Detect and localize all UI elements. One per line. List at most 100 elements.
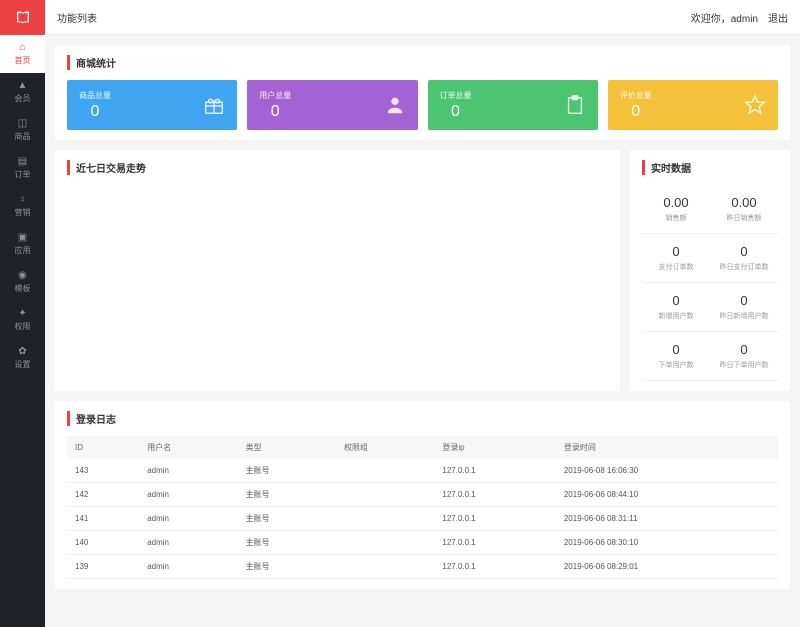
table-cell: admin (139, 459, 237, 483)
table-cell: 127.0.0.1 (434, 459, 555, 483)
stats-panel: 商城统计 商品总量 0 用户总量 0 (55, 45, 790, 140)
sidebar-item-label: 会员 (15, 93, 31, 104)
table-cell: 141 (67, 507, 139, 531)
table-cell: 主账号 (238, 483, 336, 507)
panel-title: 商城统计 (67, 55, 778, 70)
realtime-cell: 0 下单用户数 (642, 332, 710, 381)
realtime-label: 昨日支付订单数 (720, 262, 769, 272)
sidebar-item-order[interactable]: ▤ 订单 (0, 149, 45, 187)
table-cell (336, 459, 434, 483)
table-cell: 主账号 (238, 555, 336, 579)
sidebar-item-label: 设置 (15, 359, 31, 370)
sidebar-item-goods[interactable]: ◫ 商品 (0, 111, 45, 149)
table-row: 142admin主账号 127.0.0.12019-06-06 08:44:10 (67, 483, 778, 507)
gift-icon (203, 94, 225, 116)
realtime-value: 0 (672, 293, 679, 308)
table-header: ID (67, 436, 139, 459)
table-header: 登录时间 (556, 436, 778, 459)
sidebar-item-label: 模板 (15, 283, 31, 294)
stat-card-order[interactable]: 订单总量 0 (428, 80, 598, 130)
stat-value: 0 (271, 103, 280, 121)
table-cell: admin (139, 483, 237, 507)
order-icon: ▤ (18, 156, 27, 167)
chart-panel: 近七日交易走势 (55, 150, 620, 391)
stat-value: 0 (451, 103, 460, 121)
clipboard-icon (564, 94, 586, 116)
table-cell (336, 555, 434, 579)
realtime-label: 昨日下单用户数 (720, 360, 769, 370)
stat-value: 0 (631, 103, 640, 121)
sidebar-item-marketing[interactable]: ♀ 营销 (0, 187, 45, 225)
book-icon (15, 10, 31, 26)
table-cell: admin (139, 507, 237, 531)
user-icon (384, 94, 406, 116)
realtime-value: 0 (740, 342, 747, 357)
realtime-value: 0 (740, 244, 747, 259)
goods-icon: ◫ (18, 118, 27, 129)
template-icon: ◉ (18, 270, 27, 281)
table-cell: 主账号 (238, 459, 336, 483)
table-cell: 2019-06-06 08:30:10 (556, 531, 778, 555)
table-header: 类型 (238, 436, 336, 459)
topbar: 功能列表 欢迎你，admin 退出 (45, 0, 800, 35)
panel-title: 实时数据 (642, 160, 778, 175)
stat-card-goods[interactable]: 商品总量 0 (67, 80, 237, 130)
sidebar-item-app[interactable]: ▣ 应用 (0, 225, 45, 263)
realtime-panel: 实时数据 0.00销售额0.00昨日销售额 0 支付订单数 0 昨日支付订单数 0新增用户… (630, 150, 790, 391)
table-cell: 127.0.0.1 (434, 531, 555, 555)
realtime-value: 0 (672, 244, 679, 259)
main: 功能列表 欢迎你，admin 退出 商城统计 商品总量 0 (45, 0, 800, 627)
panel-title: 登录日志 (67, 411, 778, 426)
table-header: 用户名 (139, 436, 237, 459)
realtime-label: 支付订单数 (659, 262, 694, 272)
realtime-label: 下单用户数 (659, 360, 694, 370)
panel-title: 近七日交易走势 (67, 160, 608, 175)
table-cell: 主账号 (238, 531, 336, 555)
user-icon: ▲ (18, 80, 28, 91)
sidebar-item-label: 权限 (15, 321, 31, 332)
table-row: 143admin主账号127.0.0.12019-06-08 16:06:30 (67, 459, 778, 483)
permission-icon: ✦ (18, 308, 26, 319)
stat-label: 评价总量 (620, 90, 652, 101)
star-icon (744, 94, 766, 116)
sidebar-item-label: 营销 (15, 207, 31, 218)
sidebar-item-setting[interactable]: ✿ 设置 (0, 339, 45, 377)
stat-card-user[interactable]: 用户总量 0 (247, 80, 417, 130)
table-cell: admin (139, 555, 237, 579)
table-cell: 2019-06-06 08:44:10 (556, 483, 778, 507)
setting-icon: ✿ (18, 346, 26, 357)
table-cell: 127.0.0.1 (434, 483, 555, 507)
sidebar-item-label: 首页 (15, 55, 31, 66)
logo[interactable] (0, 0, 45, 35)
realtime-cell: 0 昨日支付订单数 (710, 234, 778, 283)
table-row: 140admin主账号127.0.0.12019-06-06 08:30:10 (67, 531, 778, 555)
page-title: 功能列表 (57, 10, 97, 25)
realtime-value: 0 (672, 342, 679, 357)
welcome-text: 欢迎你，admin (691, 10, 758, 25)
table-cell: 140 (67, 531, 139, 555)
realtime-cell: 0.00销售额 (642, 185, 710, 234)
table-cell: 主账号 (238, 507, 336, 531)
sidebar-item-member[interactable]: ▲ 会员 (0, 73, 45, 111)
sidebar-item-template[interactable]: ◉ 模板 (0, 263, 45, 301)
sidebar-item-home[interactable]: ⌂ 首页 (0, 35, 45, 73)
stat-label: 订单总量 (440, 90, 472, 101)
table-cell: 127.0.0.1 (434, 507, 555, 531)
realtime-label: 昨日新增用户数 (720, 311, 769, 321)
table-cell (336, 531, 434, 555)
table-cell: 143 (67, 459, 139, 483)
sidebar-item-permission[interactable]: ✦ 权限 (0, 301, 45, 339)
table-cell (336, 483, 434, 507)
realtime-cell: 0新增用户数 (642, 283, 710, 332)
table-cell: 142 (67, 483, 139, 507)
logout-link[interactable]: 退出 (768, 10, 788, 25)
realtime-cell: 0 昨日新增用户数 (710, 283, 778, 332)
realtime-cell: 0.00昨日销售额 (710, 185, 778, 234)
stat-label: 商品总量 (79, 90, 111, 101)
sidebar-item-label: 订单 (15, 169, 31, 180)
stat-card-review[interactable]: 评价总量 0 (608, 80, 778, 130)
app-icon: ▣ (18, 232, 27, 243)
table-cell: 2019-06-06 08:29:01 (556, 555, 778, 579)
realtime-value: 0.00 (731, 195, 756, 210)
realtime-value: 0 (740, 293, 747, 308)
